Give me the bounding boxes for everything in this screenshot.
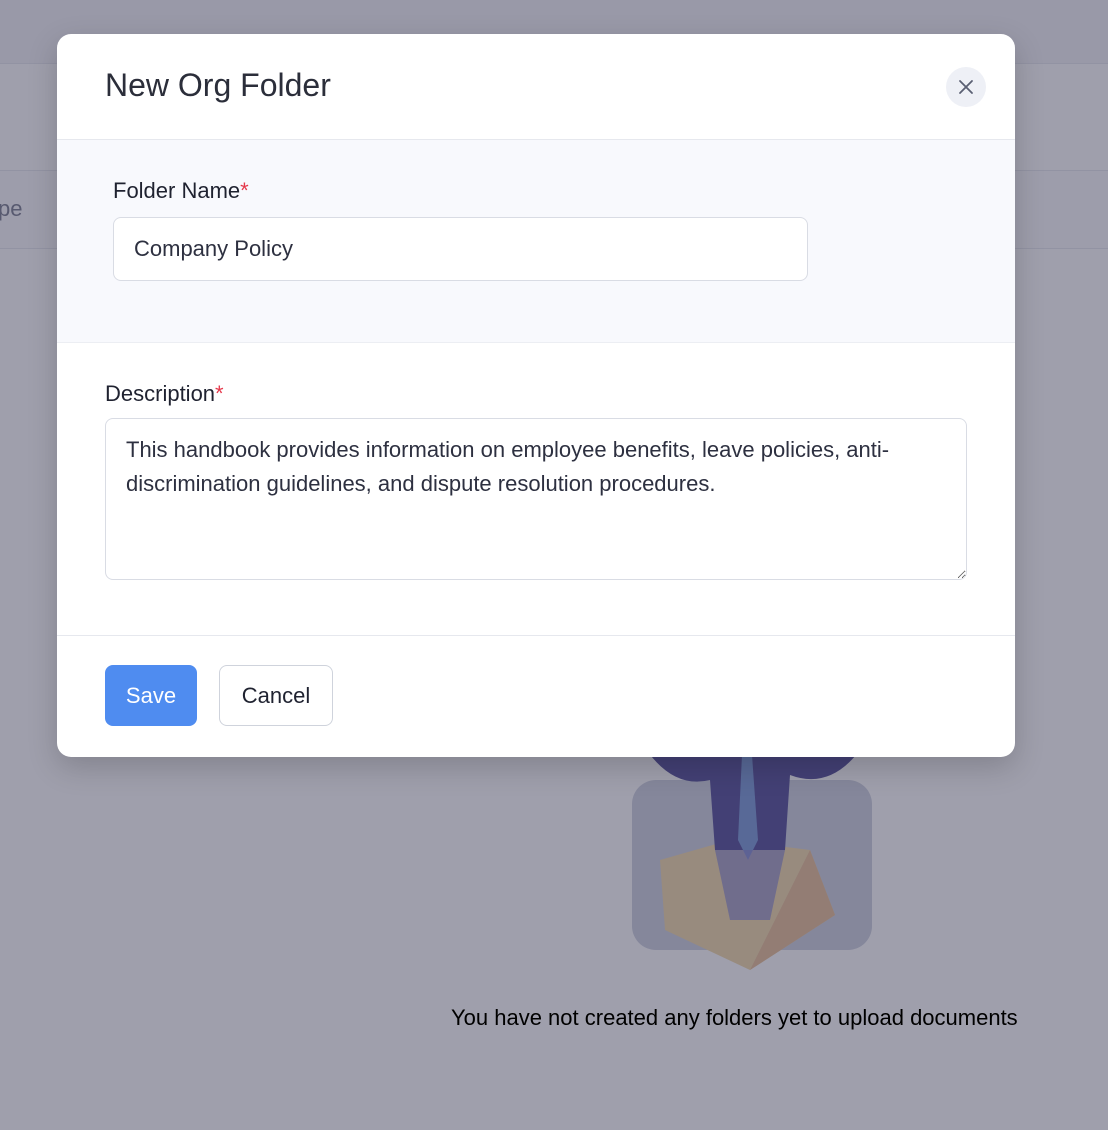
modal-title: New Org Folder xyxy=(105,67,331,103)
folder-name-section: Folder Name* xyxy=(57,140,1015,343)
description-label-text: Description xyxy=(105,381,216,406)
save-button[interactable]: Save xyxy=(105,665,197,726)
modal-footer: Save Cancel xyxy=(57,636,1015,756)
description-section: Description* This handbook provides info… xyxy=(57,343,1015,636)
required-mark: * xyxy=(240,178,249,203)
folder-name-input[interactable] xyxy=(113,217,808,281)
description-label: Description* xyxy=(105,381,224,407)
close-button[interactable] xyxy=(946,67,986,107)
cancel-button[interactable]: Cancel xyxy=(219,665,333,726)
empty-state-message-overlay: You have not created any folders yet to … xyxy=(451,1005,1018,1030)
close-icon xyxy=(959,80,973,94)
modal-header: New Org Folder xyxy=(57,34,1015,140)
required-mark: * xyxy=(215,381,224,406)
description-textarea[interactable]: This handbook provides information on em… xyxy=(105,418,967,580)
folder-name-label: Folder Name* xyxy=(113,178,249,204)
folder-name-label-text: Folder Name xyxy=(113,178,241,203)
new-folder-modal: New Org Folder Folder Name* Description*… xyxy=(57,34,1015,757)
